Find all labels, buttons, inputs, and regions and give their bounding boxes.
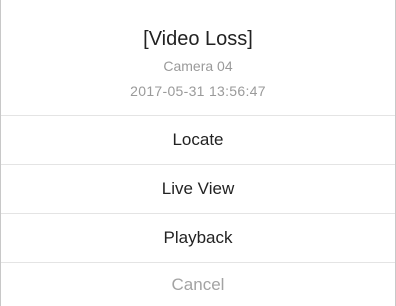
camera-name: Camera 04 <box>163 58 233 74</box>
live-view-button[interactable]: Live View <box>1 165 395 214</box>
alarm-title: [Video Loss] <box>143 28 253 50</box>
alarm-timestamp: 2017-05-31 13:56:47 <box>130 83 266 99</box>
locate-button[interactable]: Locate <box>1 116 395 165</box>
playback-button[interactable]: Playback <box>1 214 395 263</box>
alarm-header: [Video Loss] Camera 04 2017-05-31 13:56:… <box>1 0 395 116</box>
cancel-button[interactable]: Cancel <box>1 263 395 306</box>
alarm-action-sheet: [Video Loss] Camera 04 2017-05-31 13:56:… <box>0 0 396 306</box>
